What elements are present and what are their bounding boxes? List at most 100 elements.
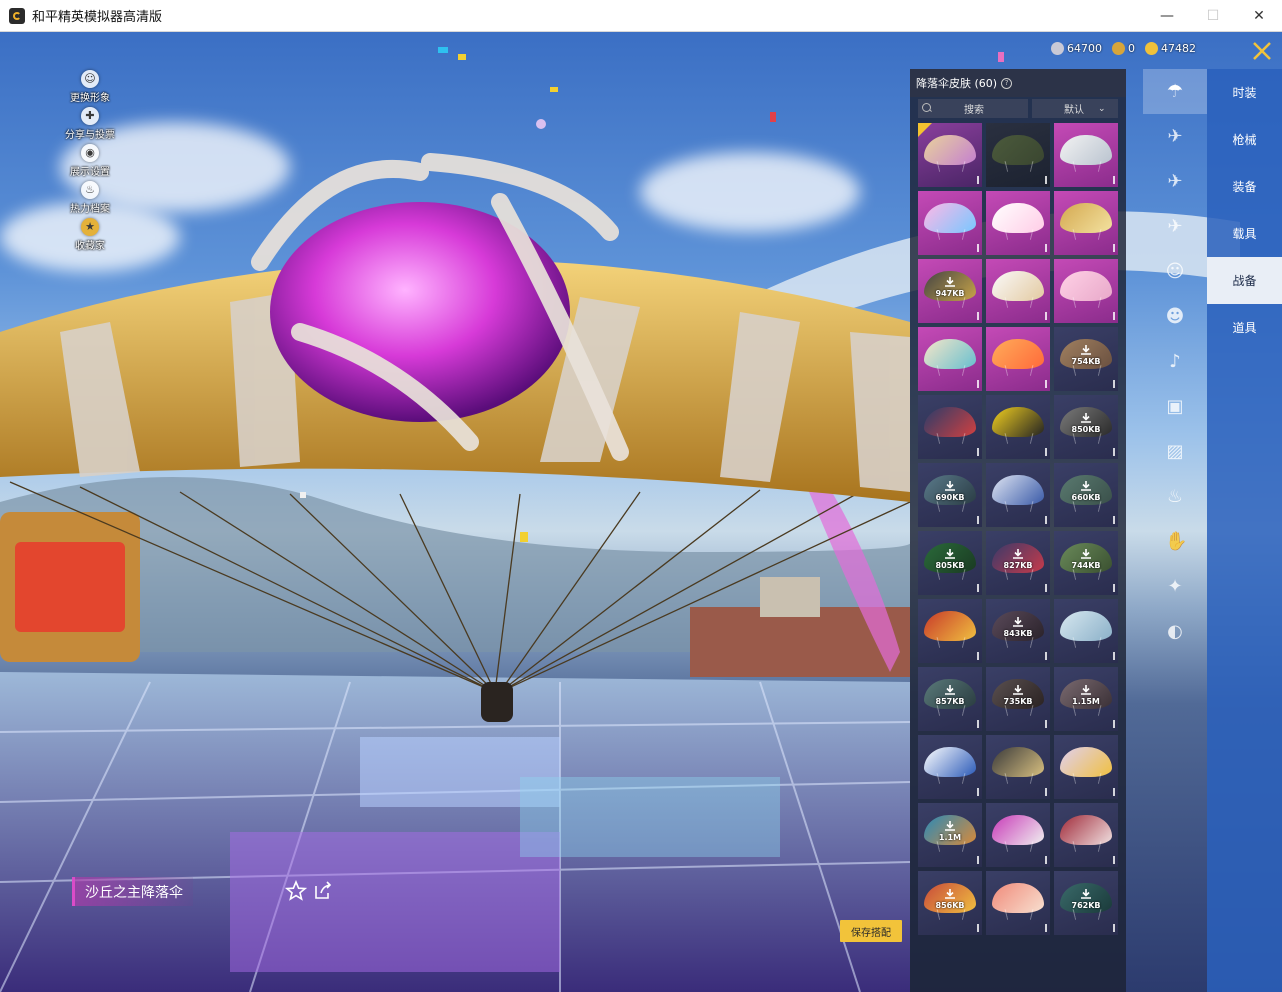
tab-category[interactable]: 装备 (1207, 163, 1282, 210)
rail-item-emote[interactable]: ☺ (1143, 249, 1207, 294)
wand-icon: ✦ (1167, 575, 1183, 597)
share-button[interactable] (312, 880, 334, 902)
skin-item[interactable]: 690KB (918, 463, 982, 527)
parachute-thumbnail (1060, 815, 1112, 845)
sort-dropdown[interactable]: 默认 ⌄ (1032, 99, 1118, 118)
rail-item-planet[interactable]: ◐ (1143, 609, 1207, 654)
rail-item-extinguisher[interactable]: ♨ (1143, 474, 1207, 519)
skin-item[interactable] (986, 191, 1050, 255)
skin-item[interactable] (918, 599, 982, 663)
rail-item-wand[interactable]: ✦ (1143, 564, 1207, 609)
skin-item[interactable]: 947KB (918, 259, 982, 323)
skin-item[interactable] (918, 191, 982, 255)
parachute-icon: ☂ (1166, 80, 1184, 102)
download-icon (1081, 685, 1091, 695)
skin-item[interactable] (918, 735, 982, 799)
parachute-thumbnail (992, 203, 1044, 233)
tab-category[interactable]: 时装 (1207, 69, 1282, 116)
skin-item[interactable]: 805KB (918, 531, 982, 595)
download-size: 735KB (1003, 697, 1033, 706)
skin-item[interactable] (918, 123, 982, 187)
skin-item[interactable] (986, 259, 1050, 323)
download-size: 843KB (1003, 629, 1033, 638)
rail-item-glider[interactable]: ✈ (1143, 114, 1207, 159)
maximize-button[interactable]: ☐ (1190, 0, 1236, 31)
skin-item[interactable]: 856KB (918, 871, 982, 935)
skin-item[interactable] (1054, 803, 1118, 867)
skin-item[interactable]: 762KB (1054, 871, 1118, 935)
left-menu-collector[interactable]: ★ 收藏家 (60, 218, 120, 255)
parachute-thumbnail (992, 407, 1044, 437)
rail-item-ticket[interactable]: ▣ (1143, 384, 1207, 429)
rarity-bar (1045, 652, 1047, 660)
skin-item[interactable] (1054, 259, 1118, 323)
skin-item[interactable]: 1.15M (1054, 667, 1118, 731)
close-window-button[interactable]: ✕ (1236, 0, 1282, 31)
help-icon[interactable]: ? (1001, 77, 1013, 89)
left-side-menu: ☺ 更换形象 ✚ 分享与投票 ◉ 展示设置 ♨ 热力档案 ★ 收藏家 (60, 70, 120, 255)
kiosk-sign (15, 542, 125, 632)
skin-item[interactable] (1054, 191, 1118, 255)
rail-item-photo[interactable]: ▨ (1143, 429, 1207, 474)
left-menu-change-avatar[interactable]: ☺ 更换形象 (60, 70, 120, 107)
left-menu-label: 热力档案 (70, 204, 110, 215)
skin-item[interactable]: 1.1M (918, 803, 982, 867)
download-size: 660KB (1071, 493, 1101, 502)
rarity-bar (977, 788, 979, 796)
download-size: 1.15M (1072, 697, 1100, 706)
selected-item-name: 沙丘之主降落伞 (72, 877, 193, 906)
left-menu-heat-archive[interactable]: ♨ 热力档案 (60, 181, 120, 218)
save-outfit-button[interactable]: 保存搭配 (840, 920, 902, 942)
skin-item[interactable] (1054, 123, 1118, 187)
rail-item-robot[interactable]: ☻ (1143, 294, 1207, 339)
parachute-thumbnail (992, 815, 1044, 845)
tab-category[interactable]: 战备 (1207, 257, 1282, 304)
parachute-thumbnail (992, 271, 1044, 301)
favorite-button[interactable] (284, 879, 308, 902)
skin-item[interactable]: 744KB (1054, 531, 1118, 595)
skin-item[interactable]: 850KB (1054, 395, 1118, 459)
skin-item[interactable]: 660KB (1054, 463, 1118, 527)
currency-value: 64700 (1067, 42, 1102, 55)
skin-item[interactable] (986, 735, 1050, 799)
rail-item-parachute[interactable]: ☂ (1143, 69, 1207, 114)
rail-item-plane[interactable]: ✈ (1143, 159, 1207, 204)
coin-gold-icon (1112, 42, 1125, 55)
download-size: 857KB (935, 697, 965, 706)
rarity-bar (1045, 856, 1047, 864)
minimize-button[interactable]: — (1144, 0, 1190, 31)
skin-item[interactable] (986, 395, 1050, 459)
left-menu-label: 分享与投票 (65, 130, 115, 141)
tab-category[interactable]: 载具 (1207, 210, 1282, 257)
extinguisher-icon: ♨ (1166, 485, 1184, 507)
skin-item[interactable] (1054, 599, 1118, 663)
skin-item[interactable]: 827KB (986, 531, 1050, 595)
parachute-thumbnail (924, 339, 976, 369)
skin-item[interactable] (1054, 735, 1118, 799)
rail-item-jet[interactable]: ✈ (1143, 204, 1207, 249)
skin-item[interactable]: 735KB (986, 667, 1050, 731)
skin-item[interactable]: 843KB (986, 599, 1050, 663)
rail-item-hand[interactable]: ✋ (1143, 519, 1207, 564)
harness-backpack (481, 682, 513, 722)
skin-item[interactable] (986, 327, 1050, 391)
download-icon (945, 277, 955, 287)
skin-item[interactable] (986, 463, 1050, 527)
left-menu-share-vote[interactable]: ✚ 分享与投票 (60, 107, 120, 144)
search-input[interactable]: 搜索 (918, 99, 1028, 118)
skin-item[interactable] (918, 327, 982, 391)
skin-item[interactable] (918, 395, 982, 459)
currency-coupon: 47482 (1145, 42, 1196, 55)
window-title: 和平精英模拟器高清版 (32, 10, 163, 25)
rail-item-speaker[interactable]: ♪ (1143, 339, 1207, 384)
skin-item[interactable] (986, 803, 1050, 867)
skin-item[interactable] (986, 123, 1050, 187)
skin-item[interactable]: 754KB (1054, 327, 1118, 391)
tab-category[interactable]: 枪械 (1207, 116, 1282, 163)
tab-category[interactable]: 道具 (1207, 304, 1282, 351)
download-size: 827KB (1003, 561, 1033, 570)
skin-item[interactable]: 857KB (918, 667, 982, 731)
left-menu-display-settings[interactable]: ◉ 展示设置 (60, 144, 120, 181)
close-panel-button[interactable] (1242, 32, 1282, 70)
skin-item[interactable] (986, 871, 1050, 935)
